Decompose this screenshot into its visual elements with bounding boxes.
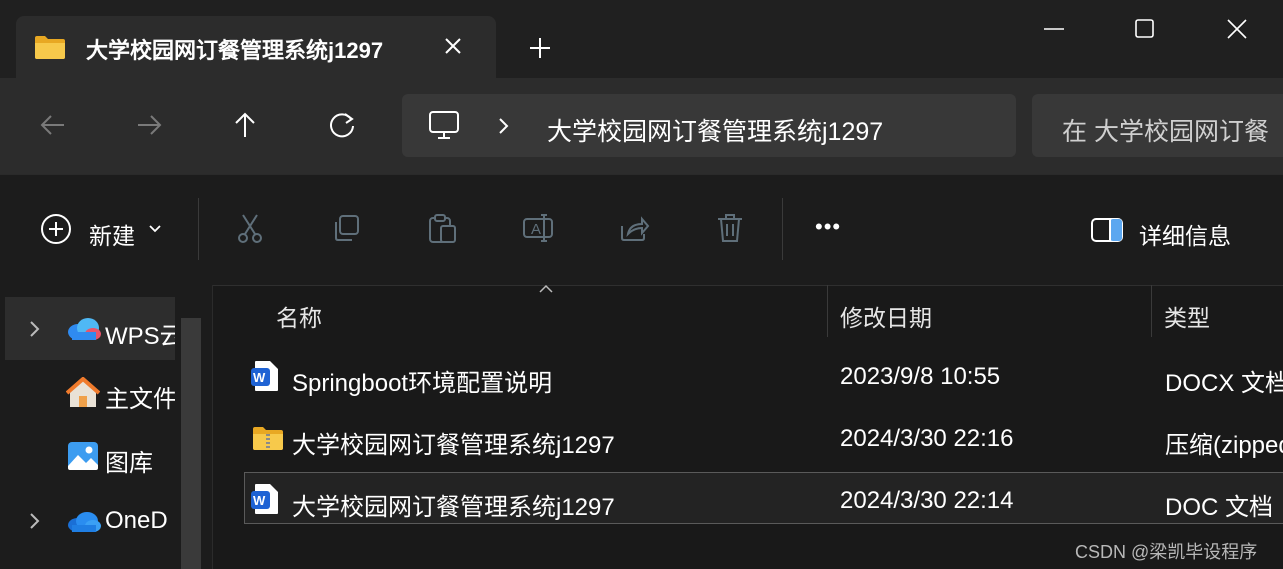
zip-folder-icon <box>253 427 283 450</box>
search-box[interactable]: 在 大学校园网订餐 <box>1032 94 1283 157</box>
more-options-button[interactable]: ••• <box>815 214 841 240</box>
search-placeholder: 在 大学校园网订餐 <box>1062 118 1269 146</box>
paste-icon[interactable] <box>426 212 458 244</box>
gallery-icon <box>68 442 98 470</box>
forward-arrow-icon[interactable] <box>134 110 164 140</box>
up-arrow-icon[interactable] <box>230 110 260 140</box>
copy-icon[interactable] <box>330 212 362 244</box>
plus-icon[interactable] <box>528 36 552 60</box>
minimize-icon[interactable] <box>1043 18 1065 40</box>
rename-icon[interactable]: A <box>522 212 554 244</box>
svg-text:A: A <box>531 221 541 238</box>
details-pane-icon[interactable] <box>1090 216 1124 244</box>
divider <box>198 198 199 260</box>
close-window-icon[interactable] <box>1226 18 1248 40</box>
breadcrumb[interactable]: 大学校园网订餐管理系统j1297 <box>547 112 883 148</box>
file-name[interactable]: 大学校园网订餐管理系统j1297 <box>292 425 615 460</box>
this-pc-icon[interactable] <box>428 110 460 140</box>
word-document-icon: W <box>251 484 278 514</box>
close-icon[interactable] <box>441 34 465 58</box>
share-icon[interactable] <box>618 212 650 244</box>
nav-item-gallery[interactable]: 图库 <box>105 443 153 478</box>
new-plus-icon[interactable] <box>40 213 72 245</box>
file-date: 2024/3/30 22:14 <box>840 487 1014 514</box>
watermark: CSDN @梁凯毕设程序 <box>1075 542 1258 562</box>
file-name[interactable]: 大学校园网订餐管理系统j1297 <box>292 487 615 522</box>
chevron-right-icon[interactable] <box>496 116 512 136</box>
refresh-icon[interactable] <box>327 110 357 140</box>
delete-icon[interactable] <box>714 212 746 244</box>
maximize-icon[interactable] <box>1134 18 1156 40</box>
cloud-icon <box>68 318 101 340</box>
nav-item-wps-cloud[interactable]: WPS云 <box>105 316 175 351</box>
folder-icon <box>35 36 65 59</box>
back-arrow-icon[interactable] <box>38 110 68 140</box>
tab-title: 大学校园网订餐管理系统j1297 <box>86 38 384 63</box>
expand-chevron-icon[interactable] <box>28 512 42 530</box>
chevron-down-icon[interactable] <box>148 224 162 234</box>
expand-chevron-icon[interactable] <box>28 320 42 338</box>
divider <box>782 198 783 260</box>
scrollbar[interactable] <box>181 318 201 569</box>
file-type: DOC 文档 <box>1165 494 1273 521</box>
home-icon <box>66 377 100 407</box>
nav-item-home[interactable]: 主文件 <box>105 379 175 414</box>
new-button[interactable]: 新建 <box>89 217 135 251</box>
cut-icon[interactable] <box>234 212 266 244</box>
file-type: DOCX 文档 <box>1165 370 1283 397</box>
onedrive-icon <box>68 512 101 532</box>
svg-text:W: W <box>253 493 266 508</box>
navigation-pane-items: WPS云 主文件 图库 OneD <box>0 285 175 569</box>
file-date: 2024/3/30 22:16 <box>840 425 1014 452</box>
details-button[interactable]: 详细信息 <box>1139 217 1231 251</box>
nav-item-onedrive[interactable]: OneD <box>105 507 168 535</box>
